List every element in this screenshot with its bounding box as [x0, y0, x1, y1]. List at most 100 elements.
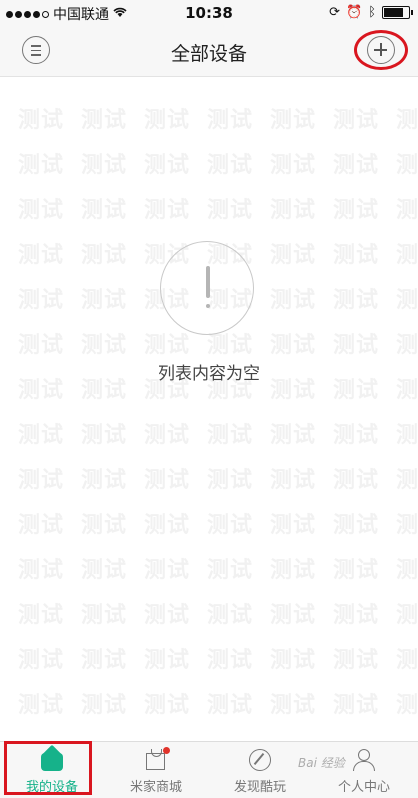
watermark-text: 测试 — [18, 153, 65, 178]
shopping-bag-icon — [145, 747, 170, 771]
watermark-text: 测试 — [18, 288, 65, 313]
watermark-text: 测试 — [396, 198, 418, 223]
watermark-text: 测试 — [81, 603, 128, 628]
watermark-text: 测试 — [207, 468, 254, 493]
watermark-text: 测试 — [144, 108, 191, 133]
watermark-text: 测试 — [270, 513, 317, 538]
watermark-text: 测试 — [270, 153, 317, 178]
watermark-text: 测试 — [207, 648, 254, 673]
watermark-row: 测试测试测试测试测试测试测试 — [18, 417, 418, 449]
tab-label: 个人中心 — [337, 780, 390, 795]
watermark-text: 测试 — [81, 108, 128, 133]
watermark-text: 测试 — [270, 108, 317, 133]
watermark-text: 测试 — [81, 153, 128, 178]
watermark-text: 测试 — [333, 153, 380, 178]
watermark-text: 测试 — [270, 468, 317, 493]
watermark-text: 测试 — [270, 333, 317, 358]
watermark-text: 测试 — [81, 423, 128, 448]
status-bar: 中国联通 10:38 ⟳ ⏰ ᛒ — [0, 0, 418, 26]
watermark-row: 测试测试测试测试测试测试测试 — [18, 687, 418, 719]
watermark-text: 测试 — [333, 423, 380, 448]
watermark-text: 测试 — [144, 648, 191, 673]
battery-fill — [384, 8, 403, 17]
person-icon — [353, 749, 375, 771]
watermark-text: 测试 — [18, 468, 65, 493]
watermark-text: 测试 — [81, 648, 128, 673]
highlight-rect-annotation — [4, 741, 92, 795]
watermark-text: 测试 — [333, 198, 380, 223]
watermark-text: 测试 — [18, 558, 65, 583]
tab-label: 米家商城 — [129, 780, 182, 795]
watermark-text: 测试 — [207, 108, 254, 133]
watermark-text: 测试 — [207, 513, 254, 538]
watermark-text: 测试 — [81, 198, 128, 223]
watermark-row: 测试测试测试测试测试测试测试 — [18, 642, 418, 674]
watermark-text: 测试 — [144, 558, 191, 583]
watermark-text: 测试 — [18, 243, 65, 268]
watermark-text: 测试 — [207, 558, 254, 583]
empty-state-icon — [160, 241, 254, 335]
watermark-text: 测试 — [81, 513, 128, 538]
watermark-text: 测试 — [144, 423, 191, 448]
watermark-text: 测试 — [144, 198, 191, 223]
watermark-text: 测试 — [18, 423, 65, 448]
watermark-text: 测试 — [18, 198, 65, 223]
watermark-row: 测试测试测试测试测试测试测试 — [18, 597, 418, 629]
watermark-text: 测试 — [18, 513, 65, 538]
watermark-text: 测试 — [144, 603, 191, 628]
tab-discover[interactable]: 发现酷玩 — [208, 742, 312, 798]
tab-label: 发现酷玩 — [233, 780, 286, 795]
highlight-circle-annotation — [354, 30, 408, 70]
watermark-text: 测试 — [144, 468, 191, 493]
watermark-text: 测试 — [333, 513, 380, 538]
watermark-text: 测试 — [396, 108, 418, 133]
watermark-text: 测试 — [207, 603, 254, 628]
watermark-row: 测试测试测试测试测试测试测试 — [18, 192, 418, 224]
watermark-text: 测试 — [270, 693, 317, 718]
empty-state-message: 列表内容为空 — [158, 364, 260, 384]
watermark-text: 测试 — [18, 603, 65, 628]
watermark-text: 测试 — [396, 513, 418, 538]
orientation-lock-icon: ⟳ — [329, 5, 340, 20]
watermark-text: 测试 — [270, 423, 317, 448]
watermark-text: 测试 — [207, 198, 254, 223]
watermark-text: 测试 — [144, 693, 191, 718]
watermark-row: 测试测试测试测试测试测试测试 — [18, 552, 418, 584]
watermark-text: 测试 — [207, 693, 254, 718]
tab-mijia-store[interactable]: 米家商城 — [104, 742, 208, 798]
watermark-text: 测试 — [396, 243, 418, 268]
watermark-text: 测试 — [333, 108, 380, 133]
status-right: ⟳ ⏰ ᛒ — [329, 5, 413, 20]
watermark-text: 测试 — [333, 648, 380, 673]
watermark-text: 测试 — [270, 198, 317, 223]
watermark-text: 测试 — [144, 513, 191, 538]
watermark-text: 测试 — [333, 603, 380, 628]
watermark-row: 测试测试测试测试测试测试测试 — [18, 102, 418, 134]
battery-icon — [382, 6, 413, 19]
test-watermark: 测试测试测试测试测试测试测试测试测试测试测试测试测试测试测试测试测试测试测试测试… — [0, 90, 418, 730]
bluetooth-icon: ᛒ — [368, 5, 376, 20]
watermark-text: 测试 — [270, 288, 317, 313]
watermark-text: 测试 — [81, 333, 128, 358]
watermark-text: 测试 — [207, 423, 254, 448]
watermark-text: 测试 — [333, 288, 380, 313]
watermark-text: 测试 — [396, 468, 418, 493]
watermark-text: 测试 — [333, 333, 380, 358]
watermark-row: 测试测试测试测试测试测试测试 — [18, 462, 418, 494]
watermark-text: 测试 — [81, 468, 128, 493]
watermark-text: 测试 — [333, 468, 380, 493]
watermark-text: 测试 — [207, 153, 254, 178]
compass-icon — [249, 749, 271, 771]
watermark-text: 测试 — [396, 693, 418, 718]
watermark-text: 测试 — [396, 153, 418, 178]
watermark-text: 测试 — [81, 243, 128, 268]
watermark-text: 测试 — [396, 423, 418, 448]
watermark-text: 测试 — [81, 558, 128, 583]
watermark-text: 测试 — [18, 648, 65, 673]
watermark-text: 测试 — [333, 558, 380, 583]
alarm-icon: ⏰ — [346, 5, 363, 20]
watermark-text: 测试 — [18, 693, 65, 718]
watermark-text: 测试 — [333, 243, 380, 268]
watermark-text: 测试 — [18, 108, 65, 133]
watermark-text: 测试 — [270, 603, 317, 628]
